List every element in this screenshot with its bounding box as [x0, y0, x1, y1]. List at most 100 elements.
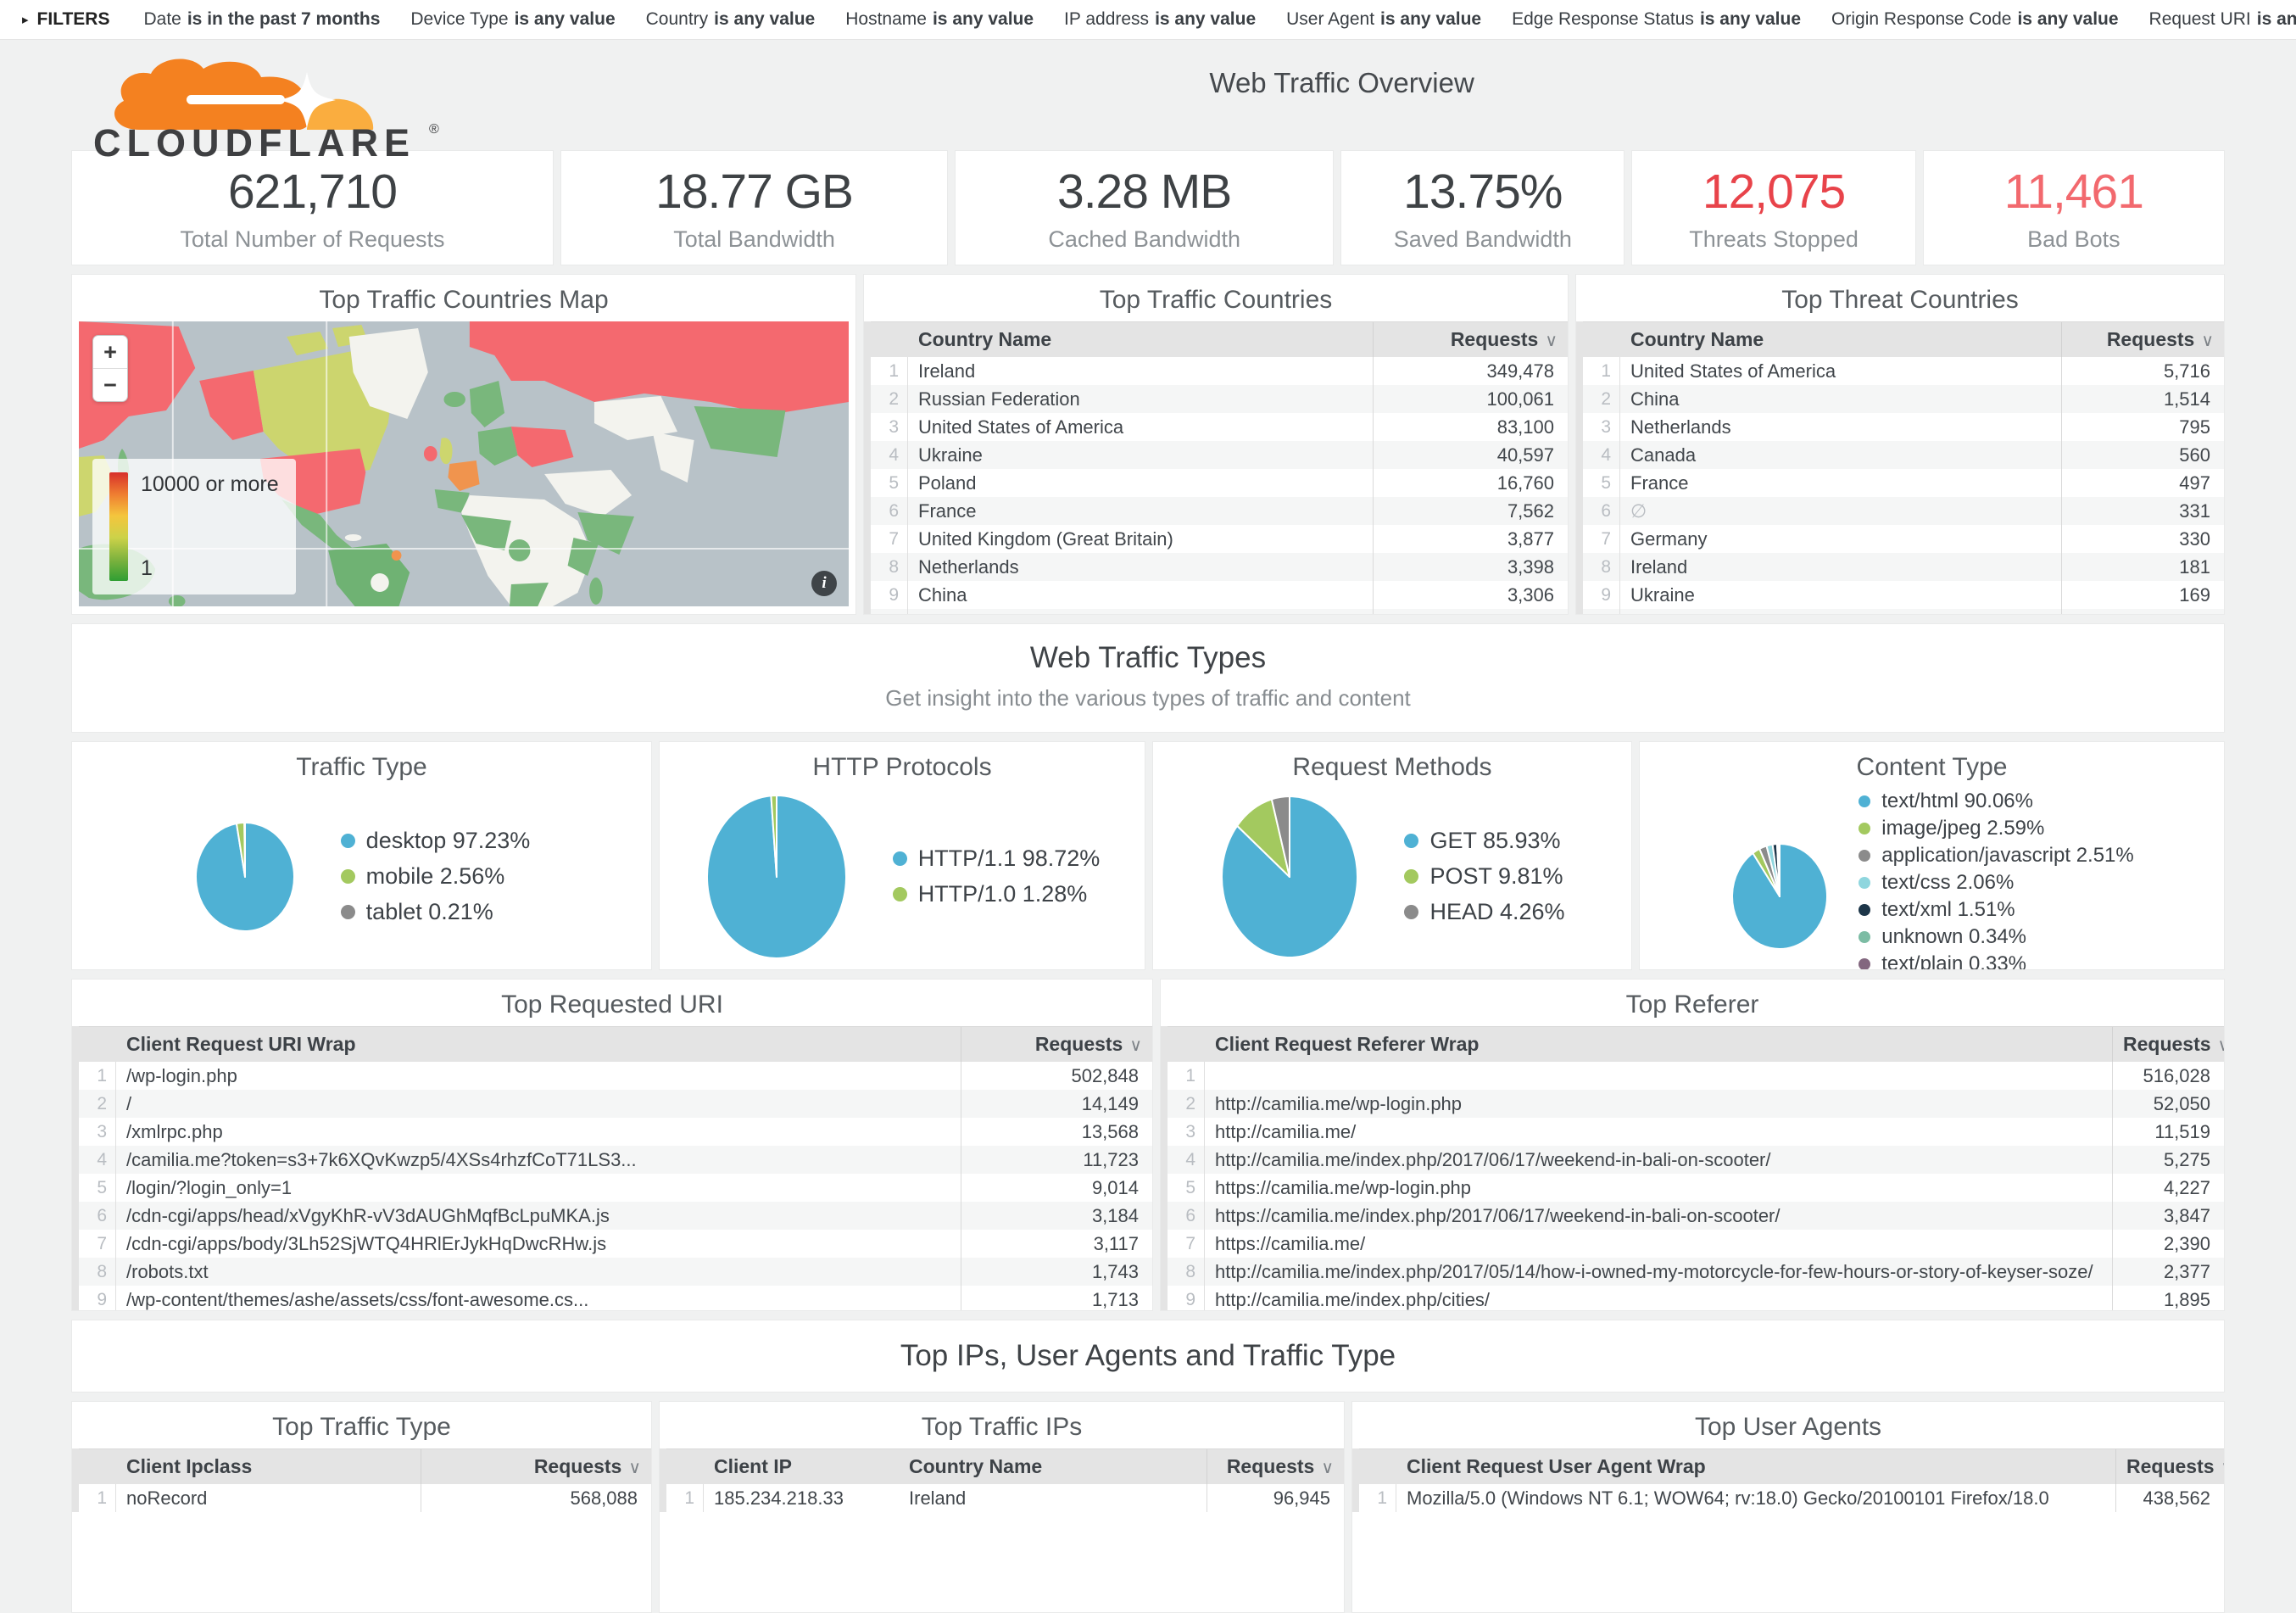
- table-cell[interactable]: 1,743: [961, 1258, 1152, 1286]
- map-info-button[interactable]: i: [811, 571, 837, 596]
- filter-item[interactable]: Request URIis any value: [2149, 9, 2296, 30]
- filters-toggle[interactable]: ▸ FILTERS: [22, 9, 109, 30]
- filter-item[interactable]: Dateis in the past 7 months: [143, 9, 380, 30]
- column-header[interactable]: Client Request URI Wrap: [116, 1027, 961, 1062]
- column-header[interactable]: Country Name: [899, 1449, 1207, 1484]
- table-cell[interactable]: /wp-content/themes/ashe/assets/css/font-…: [116, 1286, 961, 1311]
- table-cell[interactable]: 3,184: [961, 1202, 1152, 1230]
- map-region-caribbean[interactable]: [345, 534, 362, 541]
- table-cell[interactable]: 13,568: [961, 1118, 1152, 1146]
- filter-item[interactable]: Countryis any value: [646, 9, 816, 30]
- table-cell[interactable]: http://camilia.me/wp-login.php: [1205, 1090, 2112, 1118]
- table-cell[interactable]: 5,275: [2112, 1146, 2224, 1174]
- table-cell[interactable]: 16,760: [1373, 469, 1568, 497]
- table-cell[interactable]: Singapore: [1620, 609, 2061, 615]
- table-cell[interactable]: Ukraine: [908, 441, 1373, 469]
- table-cell[interactable]: noRecord: [116, 1484, 421, 1512]
- table-cell[interactable]: United Kingdom (Great Britain): [908, 525, 1373, 553]
- column-header-requests[interactable]: Requests∨: [421, 1449, 651, 1484]
- table-cell[interactable]: 3,306: [1373, 581, 1568, 609]
- table-cell[interactable]: 7,562: [1373, 497, 1568, 525]
- table-cell[interactable]: 438,562: [2115, 1484, 2224, 1512]
- table-cell[interactable]: http://camilia.me/index.php/2017/05/14/h…: [1205, 1258, 2112, 1286]
- table-cell[interactable]: 100,061: [1373, 385, 1568, 413]
- table-cell[interactable]: http://camilia.me/index.php/2017/06/17/w…: [1205, 1146, 2112, 1174]
- table-cell[interactable]: Ireland: [1620, 553, 2061, 581]
- column-header-requests[interactable]: Requests∨: [1207, 1449, 1344, 1484]
- table-cell[interactable]: https://camilia.me/wp-login.php: [1205, 1174, 2112, 1202]
- column-header[interactable]: Country Name: [908, 322, 1373, 357]
- table-cell[interactable]: http://camilia.me/index.php/cities/: [1205, 1286, 2112, 1311]
- table-cell[interactable]: 1,713: [961, 1286, 1152, 1311]
- table-cell[interactable]: Russian Federation: [908, 385, 1373, 413]
- table-cell[interactable]: /login/?login_only=1: [116, 1174, 961, 1202]
- table-cell[interactable]: 52,050: [2112, 1090, 2224, 1118]
- table-cell[interactable]: France: [908, 497, 1373, 525]
- column-header-requests[interactable]: Requests∨: [2061, 322, 2224, 357]
- table-cell[interactable]: Canada: [908, 609, 1373, 615]
- table-cell[interactable]: 83,100: [1373, 413, 1568, 441]
- map-region-nigeria[interactable]: [509, 539, 530, 561]
- table-cell[interactable]: 1,895: [2112, 1286, 2224, 1311]
- table-cell[interactable]: Germany: [1620, 525, 2061, 553]
- table-cell[interactable]: 3,877: [1373, 525, 1568, 553]
- table-cell[interactable]: France: [1620, 469, 2061, 497]
- filter-item[interactable]: Edge Response Statusis any value: [1512, 9, 1801, 30]
- pie-slice-tablet[interactable]: [244, 823, 245, 877]
- column-header[interactable]: Country Name: [1620, 322, 2061, 357]
- map-region-iceland[interactable]: [443, 392, 465, 407]
- table-cell[interactable]: 516,028: [2112, 1062, 2224, 1090]
- table-cell[interactable]: 40,597: [1373, 441, 1568, 469]
- table-cell[interactable]: Mozilla/5.0 (Windows NT 6.1; WOW64; rv:1…: [1396, 1484, 2115, 1512]
- column-header-requests[interactable]: Requests∨: [2112, 1027, 2224, 1062]
- map-region-madagascar[interactable]: [589, 578, 603, 605]
- filter-item[interactable]: Origin Response Codeis any value: [1831, 9, 2119, 30]
- table-cell[interactable]: /robots.txt: [116, 1258, 961, 1286]
- table-cell[interactable]: China: [1620, 385, 2061, 413]
- map-zoom-out-button[interactable]: −: [93, 368, 127, 401]
- table-cell[interactable]: http://camilia.me/: [1205, 1118, 2112, 1146]
- table-cell[interactable]: 11,519: [2112, 1118, 2224, 1146]
- column-header[interactable]: Client IP: [704, 1449, 899, 1484]
- table-cell[interactable]: 502,848: [961, 1062, 1152, 1090]
- table-cell[interactable]: 330: [2061, 525, 2224, 553]
- filter-item[interactable]: Device Typeis any value: [410, 9, 615, 30]
- table-cell[interactable]: United States of America: [908, 413, 1373, 441]
- table-cell[interactable]: /wp-login.php: [116, 1062, 961, 1090]
- table-cell[interactable]: 3,215: [1373, 609, 1568, 615]
- map-region-ireland[interactable]: [424, 446, 437, 461]
- table-cell[interactable]: 3,847: [2112, 1202, 2224, 1230]
- table-cell[interactable]: 795: [2061, 413, 2224, 441]
- filter-item[interactable]: User Agentis any value: [1286, 9, 1481, 30]
- table-cell[interactable]: /: [116, 1090, 961, 1118]
- table-cell[interactable]: 169: [2061, 581, 2224, 609]
- table-cell[interactable]: 185.234.218.33: [704, 1484, 899, 1512]
- column-header[interactable]: Client Request Referer Wrap: [1205, 1027, 2112, 1062]
- map-region-bolivia[interactable]: [371, 573, 389, 592]
- table-cell[interactable]: 3,117: [961, 1230, 1152, 1258]
- map-region-guyana[interactable]: [392, 550, 402, 561]
- table-cell[interactable]: 2,377: [2112, 1258, 2224, 1286]
- column-header-requests[interactable]: Requests∨: [2115, 1449, 2224, 1484]
- table-cell[interactable]: 96,945: [1207, 1484, 1344, 1512]
- table-cell[interactable]: 5,716: [2061, 357, 2224, 385]
- table-cell[interactable]: /xmlrpc.php: [116, 1118, 961, 1146]
- table-cell[interactable]: Ireland: [899, 1484, 1207, 1512]
- filter-item[interactable]: Hostnameis any value: [845, 9, 1034, 30]
- pie-slice-other[interactable]: [1780, 844, 1781, 896]
- table-cell[interactable]: /camilia.me?token=s3+7k6XQvKwzp5/4XSs4rh…: [116, 1146, 961, 1174]
- table-cell[interactable]: Netherlands: [908, 553, 1373, 581]
- table-cell[interactable]: 568,088: [421, 1484, 651, 1512]
- table-cell[interactable]: Netherlands: [1620, 413, 2061, 441]
- table-cell[interactable]: 497: [2061, 469, 2224, 497]
- table-cell[interactable]: 181: [2061, 553, 2224, 581]
- table-cell[interactable]: [1205, 1062, 2112, 1090]
- table-cell[interactable]: https://camilia.me/index.php/2017/06/17/…: [1205, 1202, 2112, 1230]
- table-cell[interactable]: 331: [2061, 497, 2224, 525]
- table-cell[interactable]: Ukraine: [1620, 581, 2061, 609]
- filter-item[interactable]: IP addressis any value: [1064, 9, 1256, 30]
- table-cell[interactable]: 4,227: [2112, 1174, 2224, 1202]
- column-header-requests[interactable]: Requests∨: [1373, 322, 1568, 357]
- table-cell[interactable]: 3,398: [1373, 553, 1568, 581]
- table-cell[interactable]: 9,014: [961, 1174, 1152, 1202]
